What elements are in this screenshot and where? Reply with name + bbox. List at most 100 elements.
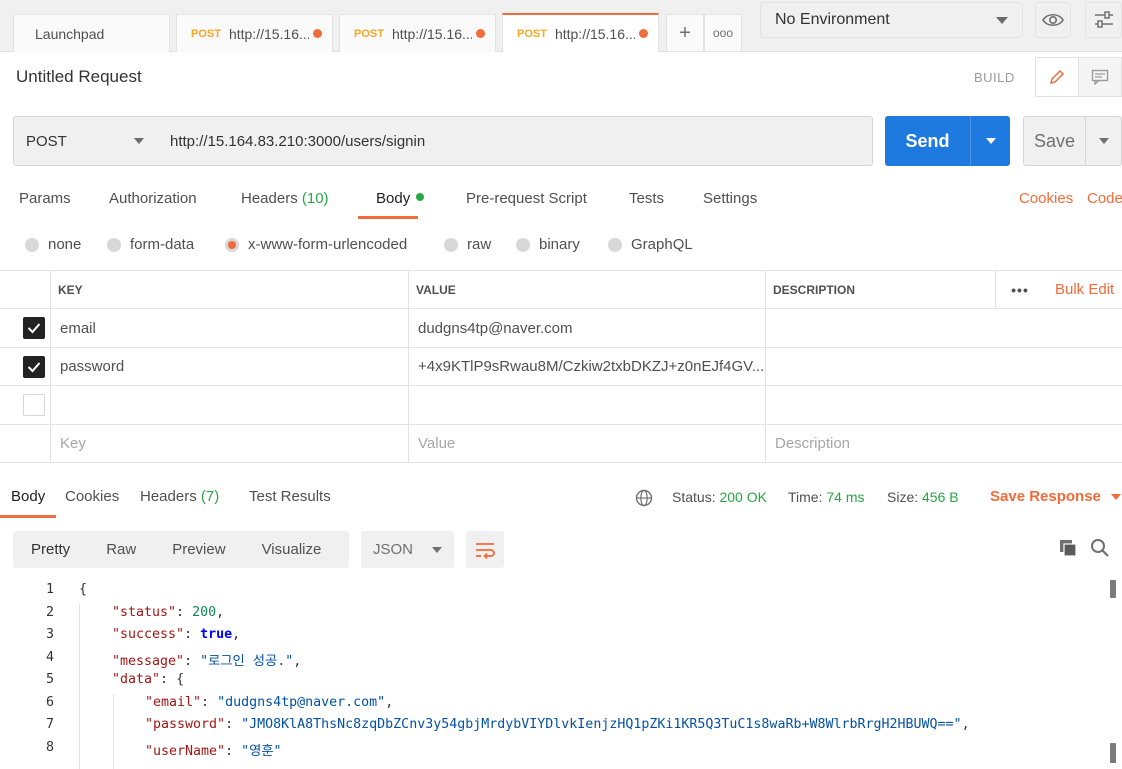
tab-settings[interactable]: Settings [703,190,757,207]
line-number: 5 [45,672,54,687]
edit-mode-button[interactable] [1036,58,1079,96]
more-options-button[interactable]: ••• [996,271,1044,308]
value-input[interactable]: Value [409,425,766,462]
radio-raw[interactable]: raw [444,236,491,253]
line-number: 1 [45,582,54,597]
network-info-button[interactable] [635,489,653,510]
save-dropdown-button[interactable] [1086,117,1121,165]
tab-overflow-button[interactable]: ooo [704,14,742,52]
tab-tests[interactable]: Tests [629,190,664,207]
description-input[interactable]: Description [766,425,1122,462]
save-response-button[interactable]: Save Response [990,488,1121,505]
response-format-select[interactable]: JSON [361,531,454,568]
save-button[interactable]: Save [1024,117,1086,165]
json-key: "status" [112,604,177,620]
tab-headers[interactable]: Headers (10) [241,190,329,207]
radio-label: GraphQL [631,236,693,253]
scrollbar-thumb-top[interactable] [1110,580,1116,598]
tab-prerequest-script[interactable]: Pre-request Script [466,190,587,207]
indent-guide [79,604,80,769]
new-tab-button[interactable]: + [666,14,704,52]
row-checkbox[interactable] [23,394,45,416]
status-label: Status: [672,489,716,505]
tab-request-1[interactable]: POST http://15.16... [176,14,333,52]
response-tab-headers[interactable]: Headers (7) [140,488,219,505]
tab-launchpad[interactable]: Launchpad [13,14,170,52]
json-key: "success" [112,627,185,642]
table-row-new: Key Value Description [0,425,1122,463]
json-value: "로그인 성공." [200,653,294,669]
radio-none[interactable]: none [25,236,81,253]
row-key-cell[interactable]: password [51,348,409,385]
row-key-cell[interactable]: email [51,309,409,347]
tab-request-2[interactable]: POST http://15.16... [339,14,496,52]
row-value-cell[interactable]: +4x9KTlP9sRwau8M/Czkiw2txbDKZJ+z0nEJf4GV… [409,348,766,385]
url-input[interactable]: http://15.164.83.210:3000/users/signin [156,116,873,166]
response-tab-body[interactable]: Body [11,488,45,505]
row-value-cell[interactable] [409,386,766,424]
cookies-link[interactable]: Cookies [1019,190,1073,207]
chevron-down-icon [432,546,442,553]
radio-urlencoded[interactable]: x-www-form-urlencoded [225,236,407,253]
save-button-group: Save [1023,116,1122,166]
code-line: { [79,582,87,597]
copy-response-button[interactable] [1058,538,1078,561]
scrollbar-thumb-bottom[interactable] [1110,743,1116,763]
column-key: KEY [51,271,409,308]
method-select[interactable]: POST [13,116,157,166]
response-body-code[interactable]: 1 {2 "status": 200, 3 "success": true, 4 "mess… [0,580,1122,769]
view-raw-button[interactable]: Raw [88,541,154,558]
response-tab-cookies[interactable]: Cookies [65,488,119,505]
code-link[interactable]: Code [1087,190,1122,207]
radio-label: x-www-form-urlencoded [248,236,408,253]
comments-button[interactable] [1079,58,1122,96]
tab-method: POST [517,27,547,40]
tab-body-label: Body [376,190,411,207]
row-key-cell[interactable] [51,386,409,424]
pane-divider[interactable] [0,463,1122,477]
chevron-down-icon [1110,493,1121,500]
code-line: "data": { [112,672,185,687]
bulk-edit-button[interactable]: Bulk Edit [1044,271,1122,308]
json-value: true [200,627,233,642]
tab-authorization[interactable]: Authorization [109,190,197,207]
response-tab-headers-count: (7) [200,488,220,505]
response-active-tab-underline [0,515,56,518]
response-tab-test-results[interactable]: Test Results [249,488,331,505]
send-dropdown-button[interactable] [971,116,1010,166]
radio-binary[interactable]: binary [516,236,580,253]
row-description-cell[interactable] [766,386,1122,424]
table-row: password +4x9KTlP9sRwau8M/Czkiw2txbDKZJ+… [0,348,1122,386]
row-description-cell[interactable] [766,309,1122,347]
manage-environments-button[interactable] [1085,2,1122,38]
search-response-button[interactable] [1090,538,1110,561]
view-pretty-button[interactable]: Pretty [13,541,89,558]
tab-method: POST [354,27,384,40]
code-line: "email": "dudgns4tp@naver.com", [145,694,394,710]
radio-form-data[interactable]: form-data [107,236,194,253]
view-preview-button[interactable]: Preview [154,541,243,558]
key-input[interactable]: Key [51,425,409,462]
table-row: email dudgns4tp@naver.com [0,309,1122,348]
tab-params[interactable]: Params [19,190,71,207]
row-checkbox[interactable] [23,355,45,378]
json-key: "email" [145,694,202,710]
wrap-lines-button[interactable] [466,531,504,568]
wrap-lines-icon [476,542,495,559]
radio-label: binary [539,236,580,253]
line-number: 7 [45,717,54,732]
radio-graphql[interactable]: GraphQL [608,236,693,253]
send-button[interactable]: Send [885,116,971,166]
tab-request-3-active[interactable]: POST http://15.16... [502,13,659,52]
build-mode-toggle [1035,57,1122,97]
view-visualize-button[interactable]: Visualize [244,541,340,558]
request-title[interactable]: Untitled Request [16,67,142,87]
environment-quick-look-button[interactable] [1035,2,1071,38]
row-description-cell[interactable] [766,348,1122,385]
environment-select[interactable]: No Environment [760,2,1023,38]
row-value-cell[interactable]: dudgns4tp@naver.com [409,309,766,347]
environment-selected: No Environment [775,11,890,28]
tab-url: http://15.16... [228,25,309,42]
tab-body[interactable]: Body [376,190,425,207]
row-checkbox[interactable] [23,317,45,339]
